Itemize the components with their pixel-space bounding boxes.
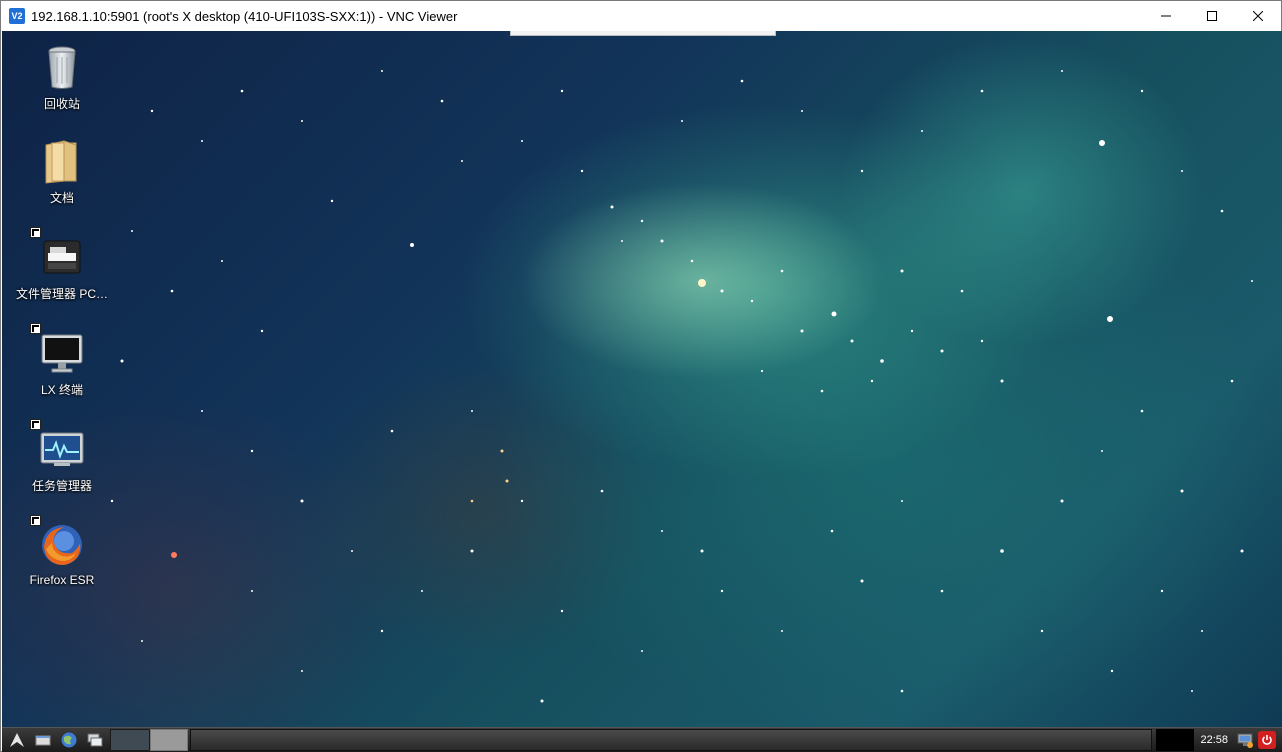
window-switcher-icon bbox=[87, 733, 103, 747]
shortcut-arrow-icon bbox=[30, 515, 41, 526]
taskbar: 22:58 bbox=[2, 727, 1282, 752]
close-button[interactable] bbox=[1235, 1, 1281, 31]
task-manager-icon bbox=[30, 419, 86, 473]
shortcut-arrow-icon bbox=[30, 227, 41, 238]
vnc-toolbar-handle[interactable] bbox=[510, 31, 776, 36]
terminal-icon bbox=[30, 323, 86, 377]
title-bar[interactable]: V2 192.168.1.10:5901 (root's X desktop (… bbox=[1, 1, 1281, 31]
power-icon bbox=[1262, 735, 1272, 745]
browser-icon bbox=[61, 732, 77, 748]
menu-icon bbox=[10, 733, 24, 747]
desktop-icon-task-manager[interactable]: 任务管理器 bbox=[10, 419, 114, 494]
remote-desktop[interactable]: 回收站 文档 文件管理器 PC… LX 终端 任务管理器 Firefox ESR bbox=[2, 31, 1282, 727]
desktop-icon-trash[interactable]: 回收站 bbox=[10, 43, 114, 112]
shortcut-arrow-icon bbox=[30, 419, 41, 430]
taskbar-clock[interactable]: 22:58 bbox=[1200, 734, 1228, 746]
network-status-button[interactable] bbox=[1234, 729, 1256, 751]
shortcut-arrow-icon bbox=[30, 323, 41, 334]
minimize-icon bbox=[1161, 15, 1171, 17]
vnc-viewer-window: V2 192.168.1.10:5901 (root's X desktop (… bbox=[0, 0, 1282, 752]
file-manager-icon bbox=[30, 227, 86, 281]
desktop-icon-label: LX 终端 bbox=[40, 383, 83, 397]
vnc-app-icon[interactable]: V2 bbox=[9, 8, 25, 24]
show-desktop-icon bbox=[35, 735, 51, 746]
taskbar-desktop-pager-1[interactable] bbox=[110, 729, 150, 751]
desktop-icon-label: 文件管理器 PC… bbox=[15, 287, 108, 301]
desktop-icon-label: Firefox ESR bbox=[29, 573, 95, 587]
desktop-icon-firefox[interactable]: Firefox ESR bbox=[10, 515, 114, 587]
desktop-icon-file-manager[interactable]: 文件管理器 PC… bbox=[10, 227, 114, 302]
window-title: 192.168.1.10:5901 (root's X desktop (410… bbox=[31, 8, 458, 24]
close-icon bbox=[1253, 11, 1263, 21]
power-button[interactable] bbox=[1258, 731, 1276, 749]
desktop-icon-label: 回收站 bbox=[43, 97, 80, 111]
minimize-button[interactable] bbox=[1143, 1, 1189, 31]
system-tray bbox=[1156, 729, 1195, 751]
desktop-icon-label: 文档 bbox=[49, 191, 74, 205]
network-icon bbox=[1237, 733, 1253, 748]
folder-icon bbox=[38, 137, 86, 185]
show-desktop-button[interactable] bbox=[32, 729, 54, 751]
taskbar-desktop-pager-2[interactable] bbox=[150, 729, 188, 751]
taskbar-window-list[interactable] bbox=[190, 729, 1153, 751]
desktop-icon-terminal[interactable]: LX 终端 bbox=[10, 323, 114, 398]
browser-launcher[interactable] bbox=[58, 729, 80, 751]
trash-icon bbox=[38, 43, 86, 91]
maximize-icon bbox=[1207, 11, 1217, 21]
window-controls bbox=[1143, 1, 1281, 31]
maximize-button[interactable] bbox=[1189, 1, 1235, 31]
firefox-icon bbox=[30, 515, 86, 569]
desktop-icon-documents[interactable]: 文档 bbox=[10, 137, 114, 206]
window-switcher-button[interactable] bbox=[84, 729, 106, 751]
desktop-icon-label: 任务管理器 bbox=[31, 479, 92, 493]
start-menu-button[interactable] bbox=[6, 729, 28, 751]
wallpaper-stars bbox=[110, 70, 1253, 703]
